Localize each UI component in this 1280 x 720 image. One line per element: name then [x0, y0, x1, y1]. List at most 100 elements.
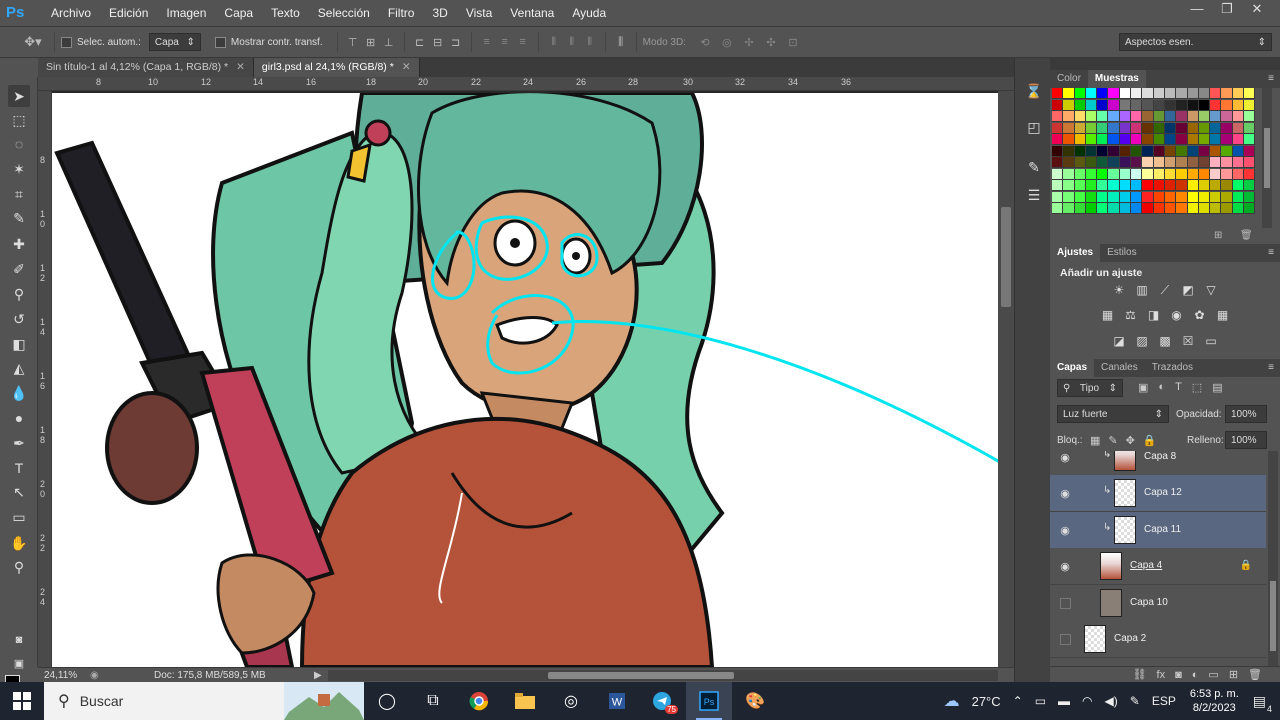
color-swatch[interactable] — [1198, 168, 1211, 180]
file-explorer-icon[interactable] — [502, 682, 548, 720]
scale-3d-icon[interactable]: ⊡ — [782, 36, 804, 49]
color-swatch[interactable] — [1097, 203, 1109, 214]
color-swatch[interactable] — [1187, 122, 1199, 134]
color-swatch[interactable] — [1221, 203, 1233, 214]
color-swatch[interactable] — [1176, 191, 1188, 203]
photoshop-taskbar-icon[interactable]: Ps — [686, 682, 732, 720]
color-swatch[interactable] — [1210, 191, 1222, 203]
layer-thumbnail[interactable] — [1084, 625, 1106, 653]
color-swatch[interactable] — [1052, 99, 1064, 111]
panel-menu-icon[interactable]: ≡ — [1268, 359, 1274, 377]
color-swatch[interactable] — [1097, 168, 1109, 180]
color-swatch[interactable] — [1164, 168, 1177, 180]
color-swatch[interactable] — [1085, 134, 1098, 145]
workspace-dropdown[interactable]: Aspectos esen. ⇕ — [1119, 33, 1272, 51]
color-swatch[interactable] — [1131, 88, 1143, 99]
screen-mode-icon[interactable]: ▣ — [8, 653, 30, 675]
blur-tool-icon[interactable]: 💧 — [8, 382, 30, 404]
menu-edicion[interactable]: Edición — [100, 0, 157, 27]
layer-name[interactable]: Capa 4 — [1130, 560, 1162, 571]
layer-name[interactable]: Capa 12 — [1144, 487, 1182, 498]
color-swatch[interactable] — [1164, 111, 1177, 122]
distribute-vcenter-icon[interactable]: ≡ — [496, 36, 514, 48]
color-swatch[interactable] — [1176, 203, 1188, 214]
color-swatch[interactable] — [1119, 203, 1132, 214]
color-swatch[interactable] — [1085, 203, 1098, 214]
color-swatch[interactable] — [1074, 180, 1086, 191]
color-swatch[interactable] — [1097, 180, 1109, 191]
clone-stamp-tool-icon[interactable]: ⚲ — [8, 283, 30, 305]
menu-archivo[interactable]: Archivo — [42, 0, 100, 27]
shape-filter-icon[interactable]: ⬚ — [1192, 381, 1202, 394]
color-swatch[interactable] — [1232, 191, 1245, 203]
image-filter-icon[interactable]: ▣ — [1138, 381, 1148, 394]
color-swatch[interactable] — [1131, 157, 1143, 168]
lock-position-icon[interactable]: ✥ — [1126, 434, 1135, 447]
color-swatch[interactable] — [1063, 111, 1075, 122]
curves-icon[interactable]: ⟋ — [1157, 283, 1174, 298]
color-swatch[interactable] — [1108, 168, 1120, 180]
status-menu-arrow-icon[interactable]: ▶ — [314, 670, 322, 681]
color-swatch[interactable] — [1085, 88, 1098, 99]
weather-cloud-icon[interactable]: ☁ — [944, 691, 960, 711]
tab-trazados[interactable]: Trazados — [1145, 359, 1200, 377]
levels-icon[interactable]: ▥ — [1134, 283, 1151, 298]
hue-saturation-icon[interactable]: ▦ — [1099, 308, 1116, 323]
color-swatch[interactable] — [1153, 99, 1165, 111]
color-swatch[interactable] — [1119, 111, 1132, 122]
align-bottom-icon[interactable]: ⊥ — [380, 36, 398, 49]
magic-wand-tool-icon[interactable]: ✶ — [8, 158, 30, 180]
eye-icon[interactable]: ◉ — [1058, 451, 1072, 464]
lock-transparency-icon[interactable]: ▦ — [1090, 434, 1100, 447]
tab-muestras[interactable]: Muestras — [1087, 70, 1146, 88]
new-layer-icon[interactable]: ⊞ — [1229, 668, 1238, 681]
distribute-bottom-icon[interactable]: ≡ — [514, 36, 532, 48]
fill-input[interactable]: 100% — [1225, 431, 1267, 449]
color-swatch[interactable] — [1108, 99, 1120, 111]
color-swatch[interactable] — [1085, 111, 1098, 122]
color-swatch[interactable] — [1097, 88, 1109, 99]
scroll-thumb[interactable] — [1270, 581, 1276, 651]
color-swatch[interactable] — [1063, 168, 1075, 180]
path-selection-tool-icon[interactable]: ↖ — [8, 481, 30, 503]
color-swatch[interactable] — [1210, 145, 1222, 157]
move-tool-icon[interactable]: ➤ — [8, 85, 30, 107]
tab-sin-titulo[interactable]: Sin título-1 al 4,12% (Capa 1, RGB/8) * ✕ — [38, 58, 254, 77]
color-swatch[interactable] — [1119, 134, 1132, 145]
color-swatch[interactable] — [1153, 145, 1165, 157]
color-swatch[interactable] — [1131, 111, 1143, 122]
color-swatch[interactable] — [1108, 111, 1120, 122]
lock-all-icon[interactable]: 🔒 — [1143, 434, 1157, 447]
color-swatch[interactable] — [1119, 122, 1132, 134]
color-swatch[interactable] — [1198, 157, 1211, 168]
tab-canales[interactable]: Canales — [1094, 359, 1145, 377]
color-swatch[interactable] — [1063, 145, 1075, 157]
color-swatch[interactable] — [1063, 180, 1075, 191]
color-swatch[interactable] — [1153, 134, 1165, 145]
scroll-thumb[interactable] — [1001, 207, 1011, 307]
color-swatch[interactable] — [1244, 157, 1256, 168]
color-swatch[interactable] — [1244, 122, 1256, 134]
color-swatch[interactable] — [1232, 180, 1245, 191]
color-swatch[interactable] — [1097, 99, 1109, 111]
layer-row[interactable]: ◉ ↳ Capa 8 — [1050, 451, 1266, 476]
hand-tool-icon[interactable]: ✋ — [8, 532, 30, 554]
color-swatch[interactable] — [1176, 122, 1188, 134]
roll-3d-icon[interactable]: ◎ — [716, 36, 738, 49]
pen-icon[interactable]: ✎ — [1130, 694, 1140, 708]
color-swatch[interactable] — [1119, 157, 1132, 168]
color-swatch[interactable] — [1142, 99, 1154, 111]
color-swatch[interactable] — [1131, 145, 1143, 157]
color-swatch[interactable] — [1164, 134, 1177, 145]
color-swatch[interactable] — [1210, 88, 1222, 99]
color-swatch[interactable] — [1097, 111, 1109, 122]
color-swatch[interactable] — [1176, 111, 1188, 122]
visibility-toggle[interactable] — [1060, 598, 1071, 609]
color-swatch[interactable] — [1244, 191, 1256, 203]
layer-name[interactable]: Capa 10 — [1130, 597, 1168, 608]
color-swatch[interactable] — [1052, 122, 1064, 134]
drag-3d-icon[interactable]: ✢ — [738, 36, 760, 49]
swatches-grid[interactable] — [1052, 88, 1256, 226]
auto-select-checkbox[interactable] — [61, 36, 72, 48]
color-swatch[interactable] — [1244, 111, 1256, 122]
